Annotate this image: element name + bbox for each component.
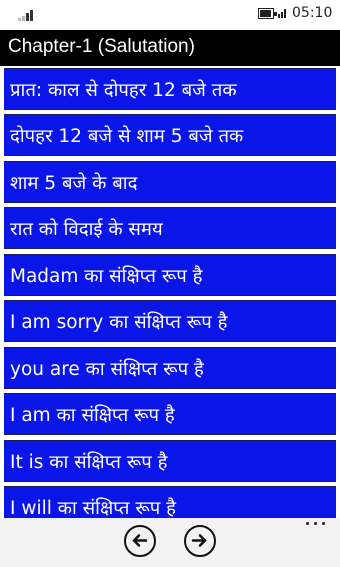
list-item-label: I am का संक्षिप्त रूप है [10, 405, 175, 426]
list-item[interactable]: दोपहर 12 बजे से शाम 5 बजे तक [4, 114, 336, 156]
list-item[interactable]: you are का संक्षिप्त रूप है [4, 347, 336, 389]
list-item-label: I will का संक्षिप्त रूप है [10, 498, 176, 518]
list-item-label: रात को विदाई के समय [10, 219, 163, 240]
forward-arrow-icon [191, 534, 207, 547]
list-item-label: Madam का संक्षिप्त रूप है [10, 266, 203, 287]
list-item[interactable]: I am sorry का संक्षिप्त रूप है [4, 300, 336, 342]
battery-icon [258, 8, 277, 19]
list-item-label: दोपहर 12 बजे से शाम 5 बजे तक [10, 126, 244, 147]
list-item[interactable]: प्रात: काल से दोपहर 12 बजे तक [4, 68, 336, 110]
list-item-label: you are का संक्षिप्त रूप है [10, 359, 204, 380]
back-button[interactable] [124, 525, 156, 557]
app-bar [0, 518, 340, 567]
list-item[interactable]: Madam का संक्षिप्त रूप है [4, 254, 336, 296]
list-item[interactable]: शाम 5 बजे के बाद [4, 161, 336, 203]
list-item-label: It is का संक्षिप्त रूप है [10, 452, 168, 473]
list-item-label: प्रात: काल से दोपहर 12 बजे तक [10, 80, 237, 101]
list-item-label: I am sorry का संक्षिप्त रूप है [10, 312, 228, 333]
list-item[interactable]: I will का संक्षिप्त रूप है [4, 486, 336, 518]
list-item[interactable]: I am का संक्षिप्त रूप है [4, 393, 336, 435]
signal-strength-icon [18, 7, 38, 21]
page-title: Chapter-1 (Salutation) [8, 36, 195, 57]
list-item-label: शाम 5 बजे के बाद [10, 173, 138, 194]
title-bar: Chapter-1 (Salutation) [0, 30, 340, 66]
back-arrow-icon [132, 534, 148, 547]
forward-button[interactable] [184, 525, 216, 557]
clock: 05:10 [292, 5, 333, 21]
list-item[interactable]: It is का संक्षिप्त रूप है [4, 440, 336, 482]
list-item[interactable]: रात को विदाई के समय [4, 207, 336, 249]
wifi-icon [278, 9, 286, 18]
status-bar: 05:10 [0, 0, 340, 30]
topic-list: प्रात: काल से दोपहर 12 बजे तक दोपहर 12 ब… [0, 66, 340, 518]
more-options-icon[interactable] [304, 518, 328, 530]
